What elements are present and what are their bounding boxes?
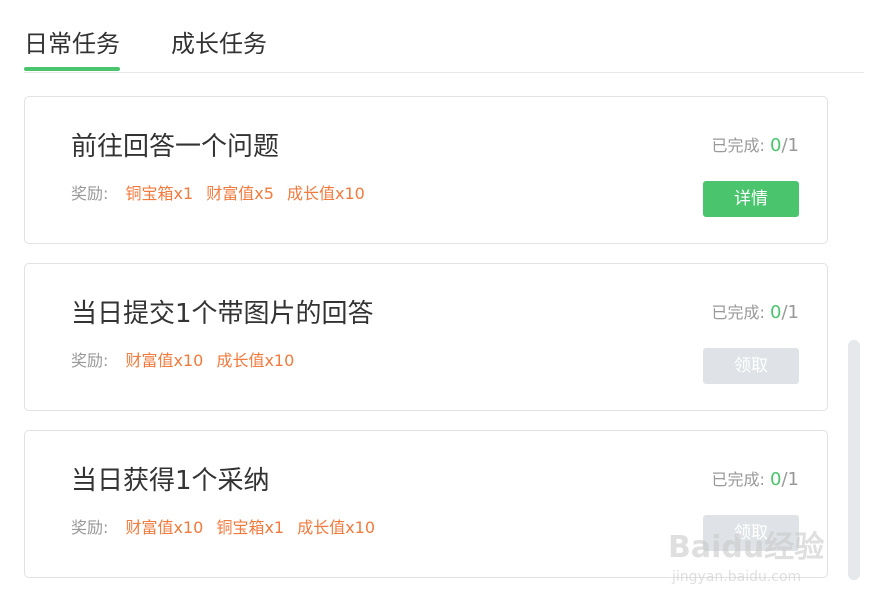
task-card-answer-with-image: 当日提交1个带图片的回答 奖励: 财富值x10 成长值x10 已完成: 0/1 …: [24, 263, 828, 411]
progress-label: 已完成:: [711, 136, 765, 155]
watermark-url: jingyan.baidu.com: [672, 569, 802, 585]
tab-growth-tasks[interactable]: 成长任务: [171, 28, 267, 60]
task-rewards: 奖励: 铜宝箱x1 财富值x5 成长值x10: [71, 183, 373, 205]
reward-item: 财富值x10: [125, 518, 204, 537]
tab-daily-tasks[interactable]: 日常任务: [24, 28, 120, 60]
progress-total-count: /1: [781, 302, 799, 323]
details-button[interactable]: 详情: [703, 181, 799, 217]
reward-item: 成长值x10: [216, 351, 295, 370]
task-progress: 已完成: 0/1: [712, 469, 799, 491]
reward-item: 财富值x5: [206, 184, 274, 203]
task-tabs: 日常任务 成长任务: [24, 0, 864, 73]
task-title: 当日提交1个带图片的回答: [71, 299, 374, 329]
active-tab-indicator: [24, 67, 120, 71]
reward-label: 奖励:: [71, 184, 109, 203]
task-title: 当日获得1个采纳: [71, 466, 270, 496]
reward-item: 财富值x10: [125, 351, 204, 370]
task-rewards: 奖励: 财富值x10 成长值x10: [71, 350, 302, 372]
baidu-jingyan-watermark: Baidu经验 jingyan.baidu.com: [668, 526, 838, 596]
progress-done-count: 0: [770, 135, 782, 156]
progress-label: 已完成:: [711, 470, 765, 489]
progress-total-count: /1: [781, 135, 799, 156]
claim-button[interactable]: 领取: [703, 348, 799, 384]
task-card-answer-question: 前往回答一个问题 奖励: 铜宝箱x1 财富值x5 成长值x10 已完成: 0/1…: [24, 96, 828, 244]
progress-done-count: 0: [770, 302, 782, 323]
task-page: 日常任务 成长任务 前往回答一个问题 奖励: 铜宝箱x1 财富值x5 成长值x1…: [0, 0, 874, 610]
watermark-logo-text: Baidu经验: [668, 530, 825, 565]
task-title: 前往回答一个问题: [71, 132, 280, 162]
reward-item: 铜宝箱x1: [125, 184, 194, 203]
task-progress: 已完成: 0/1: [712, 302, 799, 324]
task-rewards: 奖励: 财富值x10 铜宝箱x1 成长值x10: [71, 517, 383, 539]
progress-done-count: 0: [770, 469, 782, 490]
reward-label: 奖励:: [71, 518, 109, 537]
task-progress: 已完成: 0/1: [712, 135, 799, 157]
reward-item: 成长值x10: [297, 518, 376, 537]
progress-total-count: /1: [781, 469, 799, 490]
reward-item: 铜宝箱x1: [216, 518, 285, 537]
reward-label: 奖励:: [71, 351, 109, 370]
scrollbar-thumb[interactable]: [848, 340, 860, 580]
progress-label: 已完成:: [711, 303, 765, 322]
reward-item: 成长值x10: [287, 184, 365, 203]
